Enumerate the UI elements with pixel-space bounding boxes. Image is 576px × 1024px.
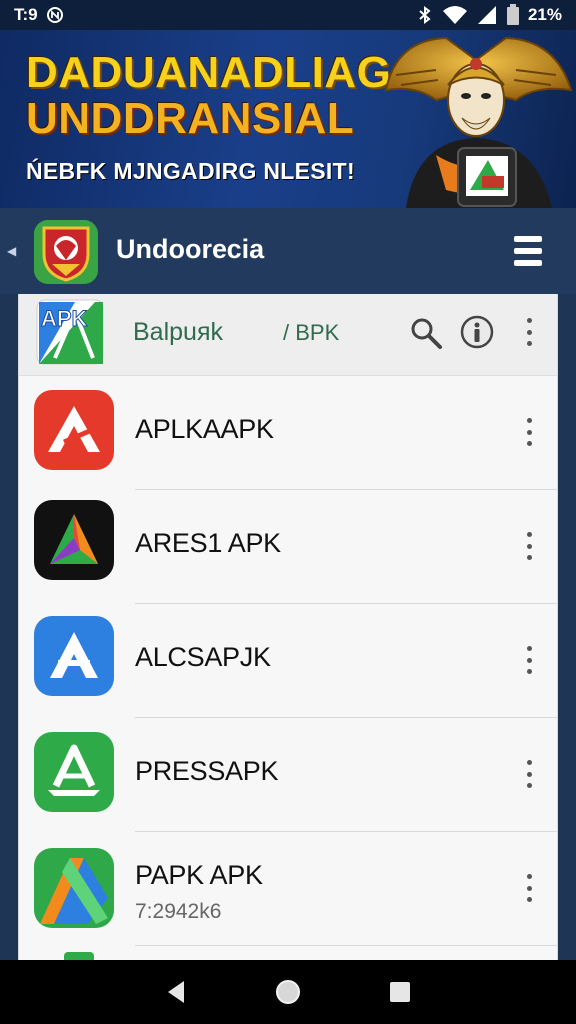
more-vertical-icon[interactable] (524, 318, 534, 346)
chevron-left-icon[interactable]: ◀ (7, 244, 16, 258)
green-ribbon-icon (34, 848, 114, 928)
circle-n-icon (46, 7, 63, 23)
list-item[interactable]: APLKAAPK (19, 376, 557, 490)
status-bar: T:9 21% (0, 0, 576, 30)
hamburger-icon[interactable] (514, 236, 542, 266)
app-name: ARES1 APK (135, 528, 281, 558)
app-title: Undoorесia (116, 234, 265, 264)
banner-title: DADUANADLIAG UNDDRANSIAL (26, 50, 391, 142)
red-a-icon (34, 390, 114, 470)
list-item[interactable]: ARES1 APK (19, 490, 557, 604)
info-icon[interactable] (459, 314, 495, 350)
bluetooth-icon (419, 6, 431, 24)
app-size: 7:2942k6 (135, 900, 222, 923)
toolbar-title: Balpuяk (133, 318, 223, 346)
apk-logo-icon: APK (36, 299, 104, 365)
green-a-icon (34, 732, 114, 812)
banner-title-line2: UNDDRANSIAL (26, 94, 355, 143)
battery-icon (506, 4, 519, 25)
app-list: APK Balpuяk / BPK APLKAAPK ARES1 APK ALC… (18, 294, 558, 960)
banner-title-line1: DADUANADLIAG (26, 48, 392, 97)
app-name: APLKAAPK (135, 414, 274, 444)
more-vertical-icon[interactable] (524, 418, 534, 446)
garuda-mascot-image (384, 36, 573, 208)
home-circle-icon[interactable] (268, 972, 308, 1012)
toolbar-suffix: / BPK (283, 320, 340, 345)
list-item[interactable]: PRESSAPK (19, 718, 557, 832)
signal-icon (477, 6, 496, 24)
wifi-icon (442, 6, 467, 24)
navigation-bar (0, 960, 576, 1024)
list-toolbar: APK Balpuяk / BPK (19, 294, 557, 376)
more-vertical-icon[interactable] (524, 532, 534, 560)
more-vertical-icon[interactable] (524, 760, 534, 788)
app-header: ◀ Undoorесia (0, 208, 576, 294)
app-name: PAPK APK (135, 860, 263, 890)
search-icon[interactable] (409, 316, 443, 350)
banner-subtitle: ŃEBFK MJNGADIRG NLESIT! (26, 158, 355, 184)
garuda-shield-icon (34, 220, 98, 284)
promo-banner[interactable]: DADUANADLIAG UNDDRANSIAL ŃEBFK MJNGADIRG… (0, 30, 576, 208)
list-item[interactable]: ALCSAPJK (19, 604, 557, 718)
blue-a-icon (34, 616, 114, 696)
back-triangle-icon[interactable] (156, 972, 196, 1012)
app-name: PRESSAPK (135, 756, 279, 786)
recents-square-icon[interactable] (380, 972, 420, 1012)
black-triangle-icon (34, 500, 114, 580)
status-time: T:9 (14, 5, 38, 24)
app-name: ALCSAPJK (135, 642, 271, 672)
battery-percent: 21% (527, 5, 562, 24)
list-item[interactable] (19, 946, 557, 960)
list-item[interactable]: PAPK APK 7:2942k6 (19, 832, 557, 946)
more-vertical-icon[interactable] (524, 874, 534, 902)
more-vertical-icon[interactable] (524, 646, 534, 674)
apk-logo-text: APK (41, 306, 88, 331)
app-icon-partial (64, 952, 94, 960)
